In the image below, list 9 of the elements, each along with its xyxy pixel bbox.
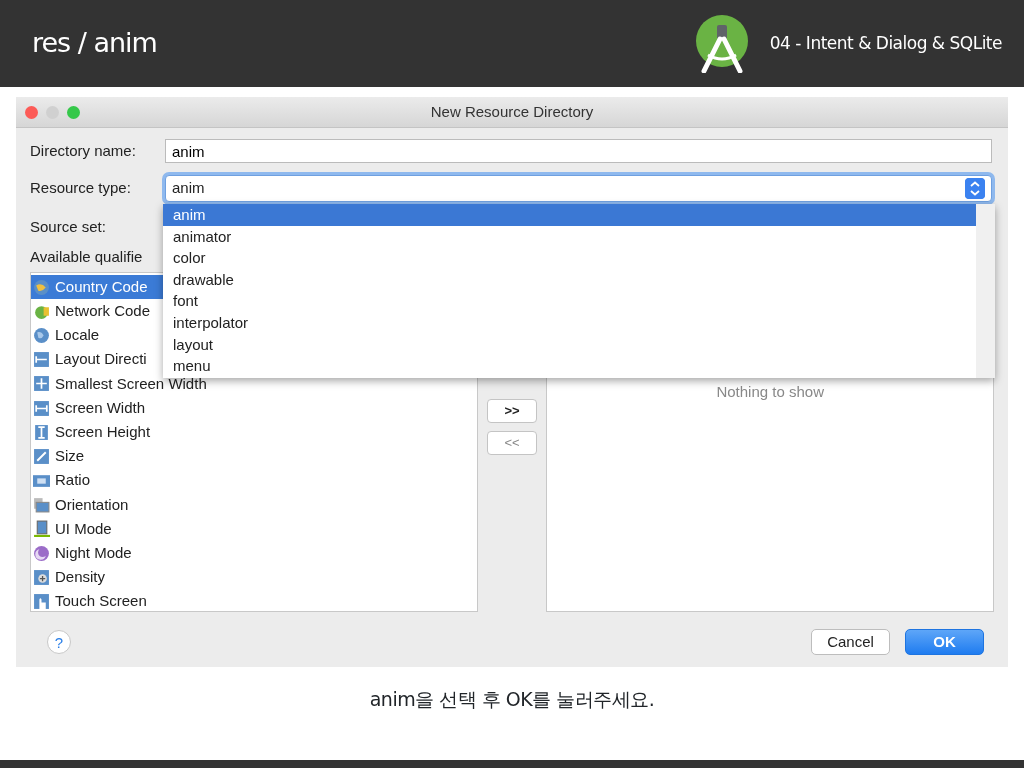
- section-label: Available qualifie: [30, 248, 143, 265]
- empty-message: Nothing to show: [716, 382, 824, 402]
- field-label: Directory name:: [30, 140, 137, 161]
- field-label: Source set:: [30, 218, 106, 235]
- slide-title: res / anim: [32, 26, 157, 61]
- field-label: Resource type:: [30, 178, 132, 199]
- chapter-title: 04 - Intent & Dialog & SQLite: [769, 31, 1002, 55]
- caption: anim을 선택 후 OK를 눌러주세요.: [368, 687, 656, 712]
- dialog-title: New Resource Directory: [430, 101, 594, 122]
